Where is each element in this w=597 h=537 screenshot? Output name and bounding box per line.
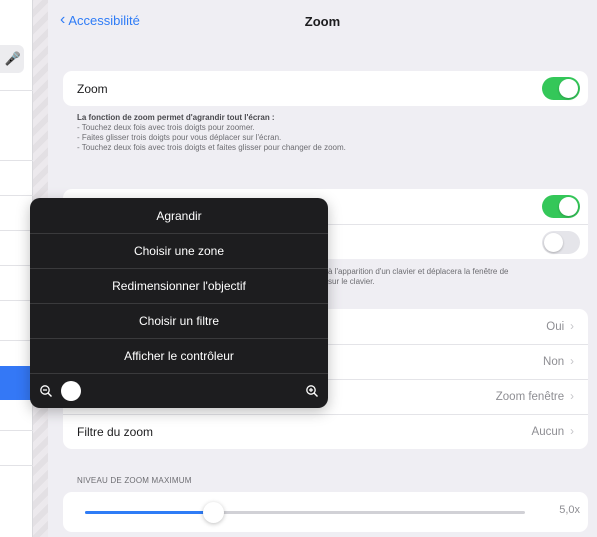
max-zoom-value: 5,0x: [559, 504, 580, 516]
microphone-icon[interactable]: 🎤: [5, 51, 21, 67]
max-zoom-header: NIVEAU DE ZOOM MAXIMUM: [77, 476, 192, 485]
slider-thumb[interactable]: [202, 502, 224, 523]
chevron-right-icon: ›: [570, 426, 574, 438]
settings-sidebar: 🎤: [0, 0, 33, 537]
zoom-toggle[interactable]: [542, 77, 580, 100]
sidebar-divider: [0, 465, 33, 466]
chevron-right-icon: ›: [570, 356, 574, 368]
chevron-right-icon: ›: [570, 320, 574, 333]
toggle-3[interactable]: [542, 231, 580, 254]
zoom-out-icon[interactable]: [39, 384, 53, 398]
toggle-knob: [559, 197, 578, 216]
settings-row-value: Zoom fenêtre: [495, 391, 565, 403]
sidebar-divider: [0, 90, 33, 91]
sidebar-divider: [0, 340, 33, 341]
chevron-right-icon: ›: [570, 391, 574, 403]
menu-item-show-controller[interactable]: Afficher le contrôleur: [30, 338, 328, 373]
description-line: - Touchez deux fois avec trois doigts po…: [77, 123, 255, 132]
zoom-description: La fonction de zoom permet d'agrandir to…: [77, 113, 577, 153]
menu-item-choose-filter[interactable]: Choisir un filtre: [30, 303, 328, 338]
zoom-controller-menu: Agrandir Choisir une zone Redimensionner…: [30, 198, 328, 408]
sidebar-divider: [0, 195, 33, 196]
sidebar-divider: [0, 430, 33, 431]
zoom-row: Zoom: [63, 71, 588, 106]
keyboard-description: à l'apparition d'un clavier et déplacera…: [328, 267, 588, 287]
zoom-row-label: Zoom: [77, 81, 108, 96]
navigation-bar: ‹ Accessibilité Zoom: [48, 0, 597, 48]
toggle-knob: [544, 233, 563, 252]
description-line: - Faites glisser trois doigts pour vous …: [77, 133, 282, 142]
description-line: - Touchez deux fois avec trois doigts et…: [77, 143, 346, 152]
sidebar-search-field[interactable]: 🎤: [0, 45, 24, 73]
description-line: La fonction de zoom permet d'agrandir to…: [77, 113, 275, 122]
menu-item-resize-lens[interactable]: Redimensionner l'objectif: [30, 268, 328, 303]
zoom-level-slider[interactable]: [30, 373, 328, 408]
page-title: Zoom: [304, 14, 341, 29]
settings-row-value: Non: [543, 356, 565, 368]
sidebar-divider: [0, 300, 33, 301]
sidebar-divider: [0, 230, 33, 231]
menu-item-agrandir[interactable]: Agrandir: [30, 198, 328, 233]
sidebar-divider: [0, 160, 33, 161]
sidebar-item-selected[interactable]: [0, 366, 33, 400]
zoom-in-icon[interactable]: [305, 384, 319, 398]
description-line: à l'apparition d'un clavier et déplacera…: [328, 267, 509, 276]
toggle-2[interactable]: [542, 195, 580, 218]
sidebar-divider: [0, 265, 33, 266]
zoom-filter-row[interactable]: Filtre du zoom Aucun ›: [63, 414, 588, 449]
settings-row-value: Oui: [546, 320, 565, 333]
zoom-filter-value: Aucun: [531, 426, 565, 438]
menu-item-choose-region[interactable]: Choisir une zone: [30, 233, 328, 268]
max-zoom-slider[interactable]: [85, 502, 525, 523]
zoom-slider-thumb[interactable]: [61, 381, 81, 401]
zoom-filter-label: Filtre du zoom: [77, 425, 154, 439]
toggle-knob: [559, 79, 578, 98]
description-line: sur le clavier.: [328, 277, 375, 286]
slider-fill: [85, 511, 213, 514]
zoom-card: Zoom: [63, 71, 588, 106]
